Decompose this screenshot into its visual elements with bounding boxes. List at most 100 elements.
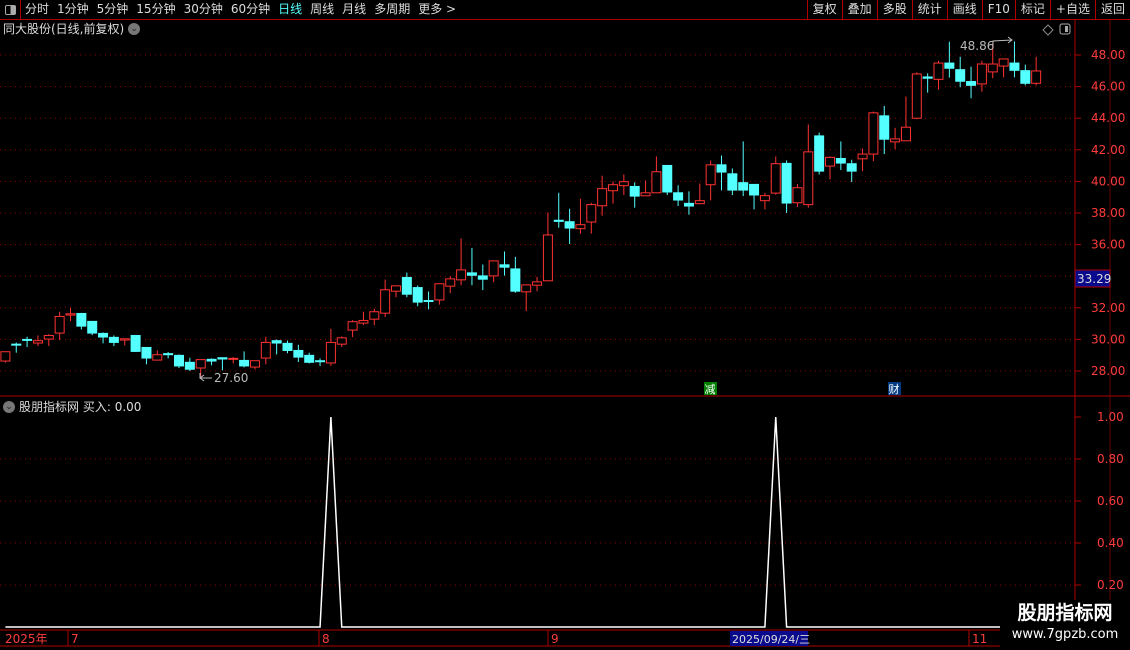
candle-body	[510, 268, 521, 292]
candle-body	[1020, 70, 1031, 84]
candle-11	[119, 338, 130, 346]
candle-29	[315, 358, 326, 366]
price-label: 40.00	[1091, 174, 1125, 188]
candle-39	[423, 291, 434, 310]
candle-body	[781, 162, 792, 204]
candle-body	[608, 184, 618, 192]
candle-12	[130, 334, 141, 353]
candle-body	[597, 188, 608, 207]
candle-76	[825, 156, 835, 180]
candle-body	[770, 163, 781, 194]
candle-26	[282, 340, 293, 354]
candle-body	[282, 342, 293, 351]
current-price-label: 33.29	[1077, 272, 1111, 286]
candle-body	[542, 234, 553, 282]
candle-body	[293, 349, 304, 358]
candle-body	[108, 336, 119, 343]
candle-body	[325, 341, 336, 364]
candle-body	[792, 187, 803, 204]
candle-body	[43, 334, 54, 340]
candle-body	[868, 112, 879, 155]
candle-57	[618, 174, 629, 195]
candle-body	[391, 285, 401, 292]
cursor-date-label: 2025/09/24/三	[732, 633, 810, 646]
candle-56	[608, 181, 618, 204]
candle-body	[738, 182, 749, 191]
candle-body	[65, 313, 76, 316]
candle-50	[542, 212, 553, 282]
indicator-readout: 买入: 0.00	[82, 400, 142, 414]
candle-body	[499, 264, 510, 268]
candle-53	[575, 198, 586, 234]
indicator-axis-label: 0.60	[1097, 494, 1124, 508]
price-label: 28.00	[1091, 364, 1125, 378]
candle-body	[998, 58, 1009, 67]
indicator-axis-label: 0.20	[1097, 578, 1124, 592]
candle-body	[944, 62, 955, 69]
candle-63	[683, 191, 694, 215]
time-label: 7	[71, 632, 79, 646]
candle-body	[174, 354, 184, 367]
candle-45	[488, 260, 499, 283]
watermark: 股朋指标网 www.7gpzb.com	[1000, 600, 1130, 650]
candle-87	[944, 41, 955, 78]
candle-body	[759, 195, 770, 202]
candle-body	[629, 185, 640, 197]
chart-canvas[interactable]: 48.00 46.00 44.00 42.00 40.00 38.00 36.00 32.00…	[0, 0, 1130, 650]
candle-62	[673, 185, 684, 207]
candle-body	[347, 321, 358, 331]
indicator-axis-label: 1.00	[1097, 410, 1124, 424]
indicator-axis-label: 0.80	[1097, 452, 1124, 466]
candle-body	[1031, 70, 1042, 84]
panel-icon-fill	[1065, 26, 1068, 32]
indicator-title-row: ⌄ 股朋指标网 买入: 0.00	[3, 398, 141, 415]
candle-78	[846, 159, 857, 183]
candle-52	[564, 208, 575, 244]
candle-27	[293, 344, 304, 362]
candle-75	[814, 132, 825, 175]
candle-body	[130, 334, 141, 352]
time-label: 2025年	[5, 632, 48, 646]
candle-body	[249, 360, 260, 368]
event-marker-label: 财	[889, 382, 900, 396]
chevron-down-icon[interactable]: ⌄	[3, 400, 15, 413]
candle-71	[770, 156, 781, 195]
candle-body	[846, 163, 857, 172]
candle-58	[629, 182, 640, 208]
candle-77	[835, 141, 846, 171]
candle-body	[336, 337, 347, 345]
candle-body	[976, 63, 987, 85]
candle-body	[119, 338, 130, 341]
candle-51	[553, 192, 564, 228]
candle-body	[673, 192, 684, 201]
candle-body	[163, 353, 174, 356]
candle-body	[749, 183, 760, 196]
price-label: 46.00	[1091, 80, 1125, 94]
candle-35	[380, 279, 391, 318]
candle-46	[499, 251, 510, 276]
indicator-line	[5, 416, 1037, 628]
indicator-name: 股朋指标网	[19, 400, 80, 414]
candle-47	[510, 256, 521, 293]
candle-7	[76, 312, 87, 330]
candle-15	[163, 352, 174, 359]
candle-82	[890, 127, 901, 150]
candle-17	[184, 357, 195, 371]
candle-1	[11, 342, 22, 353]
candle-body	[76, 312, 87, 327]
watermark-url: www.7gpzb.com	[1011, 627, 1119, 642]
candle-89	[966, 66, 977, 99]
candle-83	[900, 96, 911, 142]
candle-body	[911, 73, 922, 119]
candle-8	[87, 320, 98, 336]
arrow-icon	[199, 373, 212, 382]
candle-body	[423, 300, 434, 303]
candle-70	[759, 192, 770, 210]
candle-body	[955, 69, 966, 82]
candle-42	[456, 238, 467, 286]
event-marker-label: 减	[705, 383, 716, 396]
candle-48	[521, 284, 532, 312]
candle-body	[434, 283, 445, 301]
candle-3	[32, 335, 43, 347]
candle-body	[900, 126, 911, 142]
